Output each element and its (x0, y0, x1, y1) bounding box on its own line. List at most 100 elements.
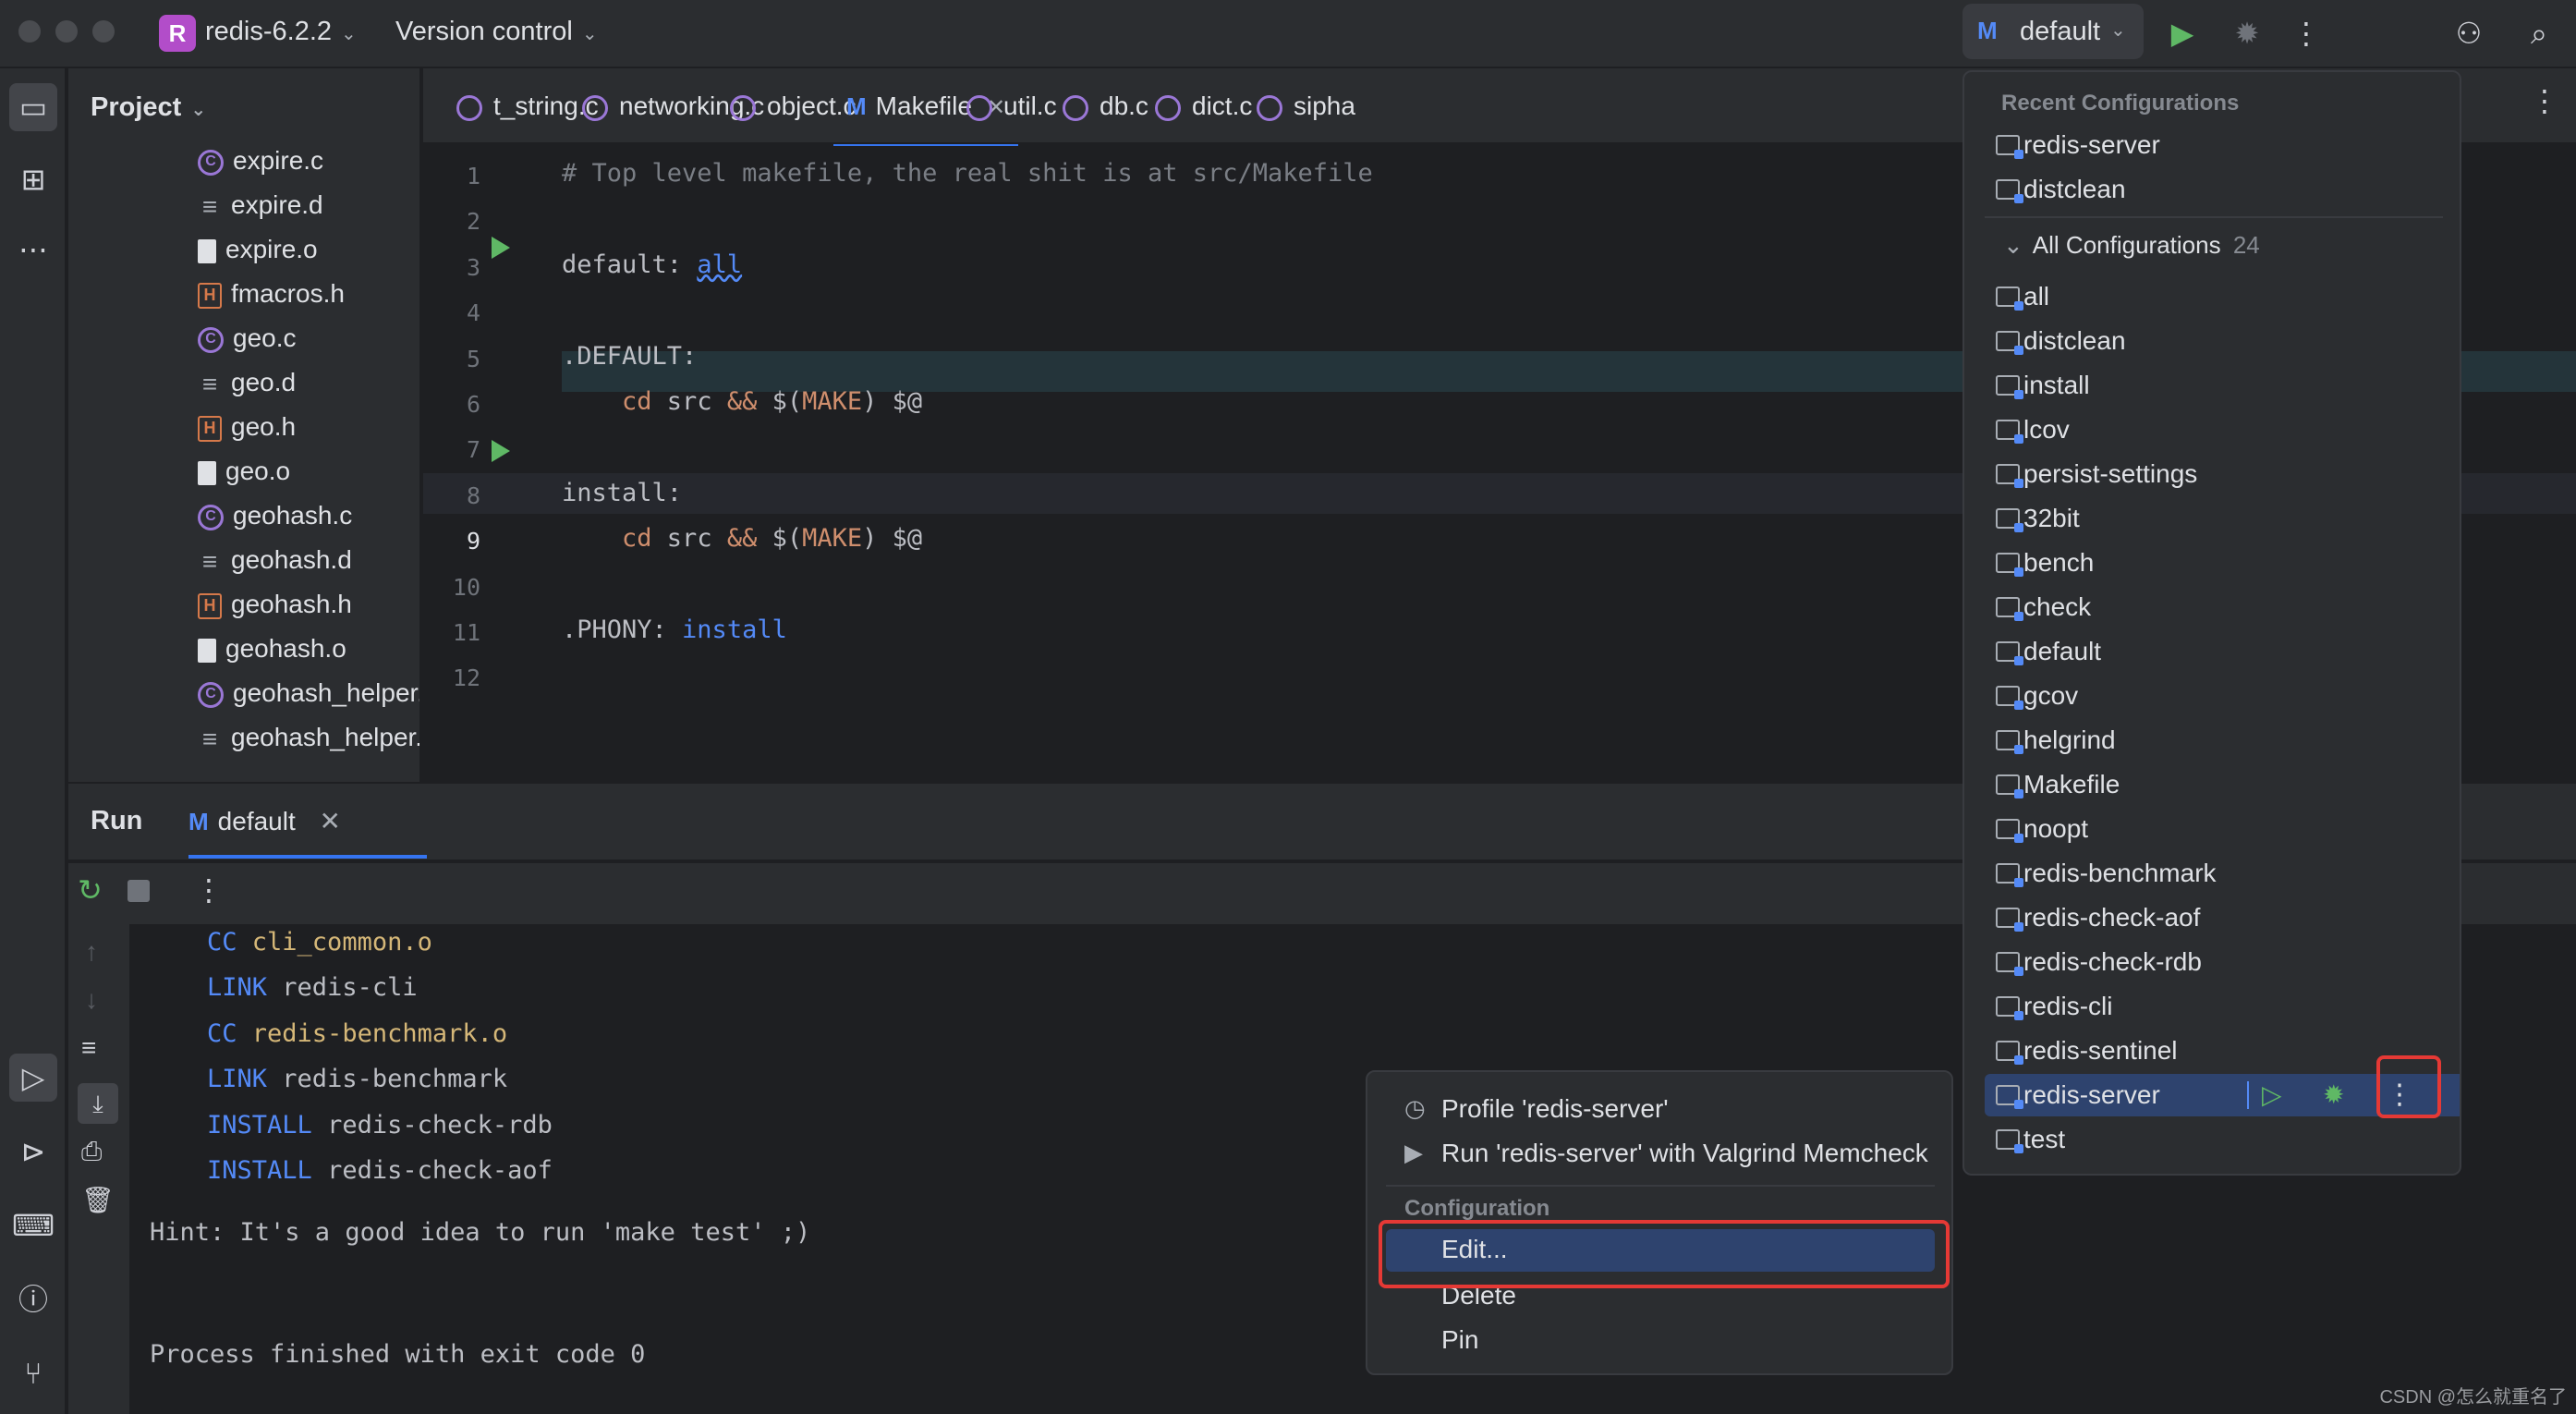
tabs-more-icon[interactable]: ⋮ (2530, 83, 2559, 118)
config-item[interactable]: persist-settings (1985, 453, 2460, 495)
config-item[interactable]: Makefile (1985, 763, 2460, 806)
config-item[interactable]: redis-check-rdb (1985, 941, 2460, 983)
config-item[interactable]: gcov (1985, 675, 2460, 717)
print-icon[interactable]: ⎙ (81, 1137, 102, 1167)
makefile-config-icon (1996, 597, 2023, 621)
tree-item[interactable]: ≡ geohash.d (198, 538, 352, 582)
config-item[interactable]: helgrind (1985, 719, 2460, 762)
config-item[interactable]: redis-check-aof (1985, 896, 2460, 939)
menu-item-profile[interactable]: Profile 'redis-server' (1441, 1094, 1669, 1124)
run-more-icon[interactable]: ⋮ (194, 872, 224, 908)
run-icon[interactable]: ▶ (2162, 13, 2203, 54)
run-config-selector[interactable]: M default ⌄ (1962, 4, 2144, 59)
tree-item[interactable]: Cgeohash_helper. (198, 671, 419, 715)
more-tools-icon[interactable]: ⋯ (9, 226, 57, 274)
stop-icon[interactable] (128, 880, 150, 902)
tree-item[interactable]: ≡ geohash_helper. (198, 715, 419, 760)
console-keyword: LINK (207, 1065, 268, 1094)
header-file-icon: H (198, 592, 222, 619)
terminal-icon[interactable]: ⌨ (9, 1201, 57, 1249)
config-item[interactable]: lcov (1985, 408, 2460, 451)
run-tab-default[interactable]: Mdefault ✕ (188, 806, 427, 859)
services-icon[interactable]: ⊳ (9, 1128, 57, 1176)
makefile-config-icon (1996, 952, 2023, 976)
header-file-icon: H (198, 282, 222, 309)
tree-item[interactable]: Hgeo.h (198, 405, 296, 449)
line-number: 4 (466, 299, 480, 327)
add-user-icon[interactable]: ⚇ (2448, 13, 2489, 54)
more-icon[interactable]: ⋮ (2286, 13, 2327, 54)
config-item[interactable]: redis-server (1985, 124, 2460, 166)
tree-item[interactable]: Cgeohash.c (198, 494, 352, 538)
debug-icon[interactable]: ✹ (2227, 13, 2267, 54)
config-item-label: install (2023, 371, 2090, 399)
line-number: 9 (466, 528, 480, 555)
config-item[interactable]: all (1985, 275, 2460, 318)
run-side-toolbar: ↑ ↓ ≡ ⤓ ⎙ 🗑 (68, 924, 129, 1414)
tree-item[interactable]: ≡ geo.d (198, 360, 296, 405)
close-tab-icon[interactable]: ✕ (320, 807, 341, 835)
config-item[interactable]: distclean (1985, 320, 2460, 362)
editor-tab[interactable]: sipha (1244, 68, 1368, 144)
project-panel-title[interactable]: Project ⌄ (91, 92, 206, 123)
tree-item[interactable]: Cexpire.c (198, 139, 323, 183)
config-item[interactable]: check (1985, 586, 2460, 628)
tree-item-label: geohash.o (225, 634, 346, 663)
tree-item[interactable]: ≡ expire.d (198, 183, 323, 227)
run-tool-icon[interactable]: ▷ (9, 1054, 57, 1102)
makefile-config-icon (1996, 135, 2023, 159)
down-arrow-icon[interactable]: ↓ (85, 985, 98, 1015)
run-target-icon[interactable] (492, 440, 510, 462)
folder-icon[interactable]: ▭ (9, 83, 57, 131)
config-item[interactable]: noopt (1985, 808, 2460, 850)
search-icon[interactable]: ⌕ (2519, 13, 2559, 54)
problems-icon[interactable]: ⓘ (9, 1275, 57, 1323)
config-item[interactable]: test (1985, 1118, 2460, 1161)
up-arrow-icon[interactable]: ↑ (85, 937, 98, 967)
config-item-label: gcov (2023, 681, 2079, 710)
all-configs-header[interactable]: ⌄ All Configurations 24 (2003, 231, 2260, 260)
config-item[interactable]: redis-benchmark (1985, 852, 2460, 895)
soft-wrap-icon[interactable]: ≡ (81, 1033, 96, 1063)
valgrind-icon: ▶ (1404, 1139, 1423, 1166)
chevron-down-icon: ⌄ (190, 100, 207, 120)
config-item[interactable]: install (1985, 364, 2460, 407)
menu-item-valgrind[interactable]: Run 'redis-server' with Valgrind Memchec… (1441, 1139, 1928, 1168)
project-switcher[interactable]: redis-6.2.2 ⌄ (205, 17, 357, 47)
chevron-down-icon: ⌄ (341, 24, 357, 44)
config-item[interactable]: 32bit (1985, 497, 2460, 540)
maximize-window-icon[interactable] (92, 20, 115, 43)
git-icon[interactable]: ⑂ (9, 1349, 57, 1397)
trash-icon[interactable]: 🗑 (81, 1185, 115, 1215)
rerun-icon[interactable]: ↻ (78, 872, 103, 908)
config-item[interactable]: redis-cli (1985, 985, 2460, 1028)
run-icon[interactable]: ▷ (2262, 1074, 2282, 1116)
config-item-label: lcov (2023, 415, 2070, 444)
tree-item[interactable]: Hgeohash.h (198, 582, 352, 627)
debug-icon[interactable]: ✹ (2323, 1074, 2344, 1116)
minimize-window-icon[interactable] (55, 20, 78, 43)
tree-item[interactable]: geohash.o (198, 627, 346, 671)
run-tab-label: default (217, 807, 296, 835)
makefile-icon: M (846, 92, 867, 120)
config-item[interactable]: distclean (1985, 168, 2460, 211)
scroll-to-end-icon[interactable]: ⤓ (78, 1083, 118, 1124)
tree-item-label: expire.o (225, 235, 318, 263)
config-item-label: all (2023, 282, 2050, 311)
run-target-icon[interactable] (492, 237, 510, 259)
close-window-icon[interactable] (18, 20, 41, 43)
recent-configs-title: Recent Configurations (2001, 91, 2240, 116)
tree-item[interactable]: Cgeo.c (198, 316, 297, 360)
menu-item-pin[interactable]: Pin (1441, 1325, 1478, 1355)
tree-item[interactable]: expire.o (198, 227, 318, 272)
config-item[interactable]: bench (1985, 542, 2460, 584)
vcs-menu[interactable]: Version control ⌄ (395, 17, 598, 47)
makefile-icon: M (1977, 17, 1998, 44)
structure-icon[interactable]: ⊞ (9, 155, 57, 203)
tree-item[interactable]: Hfmacros.h (198, 272, 345, 316)
config-item[interactable]: default (1985, 630, 2460, 673)
c-file-icon (966, 94, 992, 121)
tree-item[interactable]: geo.o (198, 449, 290, 494)
title-bar: R redis-6.2.2 ⌄ Version control ⌄ M defaul… (0, 0, 2576, 68)
vcs-label: Version control (395, 17, 573, 46)
